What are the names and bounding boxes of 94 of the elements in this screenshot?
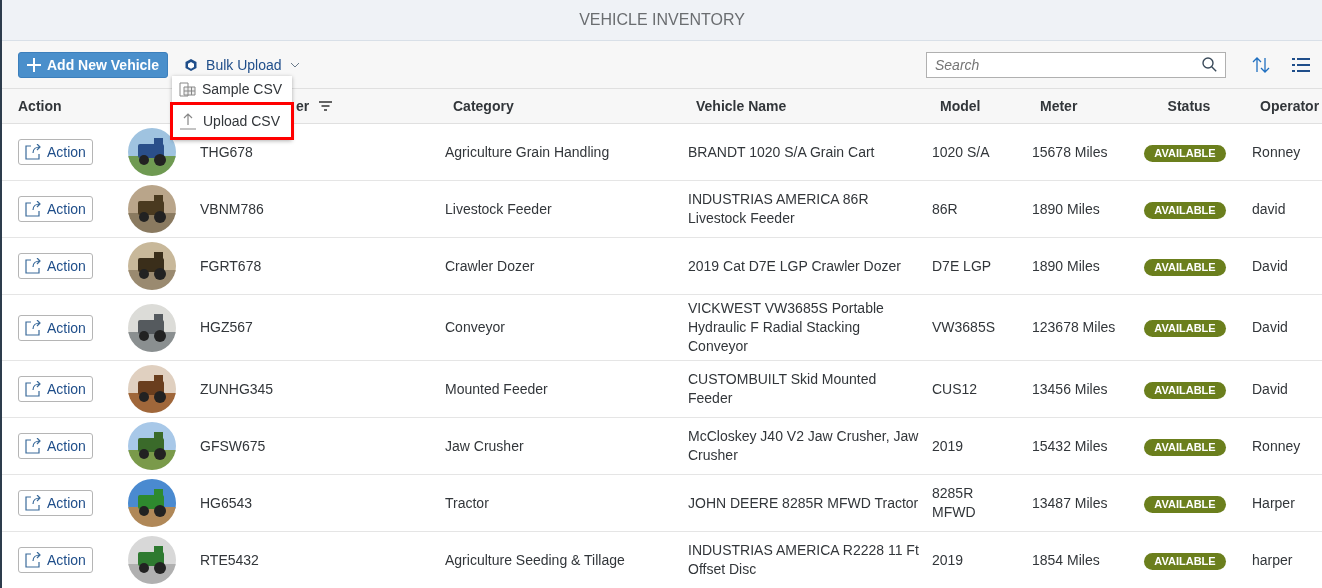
status-badge: AVAILABLE [1144, 438, 1226, 456]
column-header: Action [18, 98, 62, 114]
table-cell: Ronney [1252, 437, 1301, 454]
spreadsheet-icon [178, 80, 196, 98]
share-icon [25, 258, 41, 274]
action-button[interactable]: Action [18, 253, 93, 279]
table-cell: 15678 Miles [1032, 143, 1108, 160]
table-cell: Mounted Feeder [445, 380, 548, 397]
table-cell: David [1252, 257, 1288, 274]
table-cell: 1890 Miles [1032, 257, 1100, 274]
table-cell: Conveyor [445, 319, 505, 335]
table-cell: 86R [932, 200, 958, 217]
column-header: Model [940, 98, 981, 114]
table-cell: 1890 Miles [1032, 200, 1100, 217]
table-cell: JOHN DEERE 8285R MFWD Tractor [688, 494, 919, 511]
table-cell: 2019 [932, 437, 964, 454]
column-header: Operator [1260, 98, 1320, 114]
action-button[interactable]: Action [18, 490, 93, 516]
table-cell: Agriculture Grain Handling [445, 143, 610, 160]
table-cell: Agriculture Seeding & Tillage [445, 551, 625, 568]
table-cell: Ronney [1252, 143, 1301, 160]
table-cell: 1020 S/A [932, 143, 990, 160]
column-header: Category [453, 98, 514, 114]
table-cell: McCloskey J40 V2 Jaw Crusher, Jaw Crusher [688, 428, 919, 463]
column-header: Vehicle Name [696, 98, 787, 114]
table-cell: HG6543 [200, 494, 253, 511]
table-cell: 8285R MFWD [932, 485, 976, 520]
menu-item[interactable]: Sample CSV [172, 76, 292, 102]
share-icon [25, 438, 41, 454]
status-badge: AVAILABLE [1144, 320, 1226, 337]
share-icon [25, 201, 41, 217]
table-cell: 2019 Cat D7E LGP Crawler Dozer [688, 257, 901, 274]
table-cell: Jaw Crusher [445, 437, 524, 454]
action-button[interactable]: Action [18, 139, 93, 165]
table-cell: Harper [1252, 494, 1295, 511]
table-cell: Livestock Feeder [445, 200, 552, 217]
table-cell: 1854 Miles [1032, 551, 1100, 568]
status-badge: AVAILABLE [1144, 201, 1226, 219]
table-cell: INDUSTRIAS AMERICA R2228 11 Ft Offset Disc [688, 542, 919, 577]
table-cell: VW3685S [932, 319, 996, 335]
status-badge: AVAILABLE [1144, 258, 1226, 276]
table-cell: CUS12 [932, 380, 978, 397]
table-cell: David [1252, 319, 1288, 335]
column-header: er [296, 98, 310, 114]
chevron-down-icon [289, 61, 300, 68]
table-cell: VBNM786 [200, 200, 264, 217]
bulk-upload-button[interactable]: Bulk Upload [178, 56, 306, 73]
search-field[interactable]: Search [926, 51, 1226, 78]
table-cell: 2019 [932, 551, 964, 568]
action-button[interactable]: Action [18, 433, 93, 459]
table-cell: BRANDT 1020 S/A Grain Cart [688, 143, 875, 160]
table-cell: ZUNHG345 [200, 380, 274, 397]
status-badge: AVAILABLE [1144, 381, 1226, 399]
table-cell: 13487 Miles [1032, 494, 1108, 511]
table-cell: 15432 Miles [1032, 437, 1108, 454]
table-cell: David [1252, 380, 1288, 397]
table-cell: Tractor [445, 494, 489, 511]
table-cell: 13456 Miles [1032, 380, 1108, 397]
plus-icon [27, 57, 41, 72]
sort-icon[interactable] [1252, 56, 1270, 73]
table-cell: FGRT678 [200, 257, 262, 274]
upload-icon [179, 112, 197, 130]
share-icon [25, 552, 41, 568]
table-cell: D7E LGP [932, 257, 992, 274]
table-cell: INDUSTRIAS AMERICA 86R Livestock Feeder [688, 191, 869, 226]
action-button[interactable]: Action [18, 376, 93, 402]
status-badge: AVAILABLE [1144, 495, 1226, 513]
share-icon [25, 495, 41, 511]
share-icon [25, 381, 41, 397]
status-badge: AVAILABLE [1144, 552, 1226, 570]
action-button[interactable]: Action [18, 196, 93, 222]
share-icon [25, 144, 41, 160]
column-header: Status [1167, 98, 1211, 114]
table-cell: CUSTOMBUILT Skid Mounted Feeder [688, 371, 877, 406]
menu-item[interactable]: Upload CSV [170, 102, 294, 140]
table-cell: harper [1252, 551, 1293, 568]
table-cell: HGZ567 [200, 319, 253, 335]
table-cell: GFSW675 [200, 437, 266, 454]
search-icon [1202, 56, 1217, 72]
page-title: VEHICLE INVENTORY [579, 11, 745, 29]
filter-icon[interactable] [319, 101, 333, 111]
table-cell: Crawler Dozer [445, 257, 535, 274]
column-header: Meter [1040, 98, 1078, 114]
action-button[interactable]: Action [18, 314, 93, 341]
action-button[interactable]: Action [18, 547, 93, 573]
table-cell: david [1252, 200, 1286, 217]
table-cell: 123678 Miles [1032, 319, 1116, 335]
cube-icon [184, 57, 199, 72]
share-icon [25, 319, 41, 336]
table-cell: VICKWEST VW3685S Portable Hydraulic F Radial Stacking Conveyor [688, 300, 884, 354]
table-cell: THG678 [200, 143, 253, 160]
list-icon[interactable] [1292, 57, 1310, 72]
status-badge: AVAILABLE [1144, 144, 1226, 162]
table-cell: RTE5432 [200, 551, 259, 568]
